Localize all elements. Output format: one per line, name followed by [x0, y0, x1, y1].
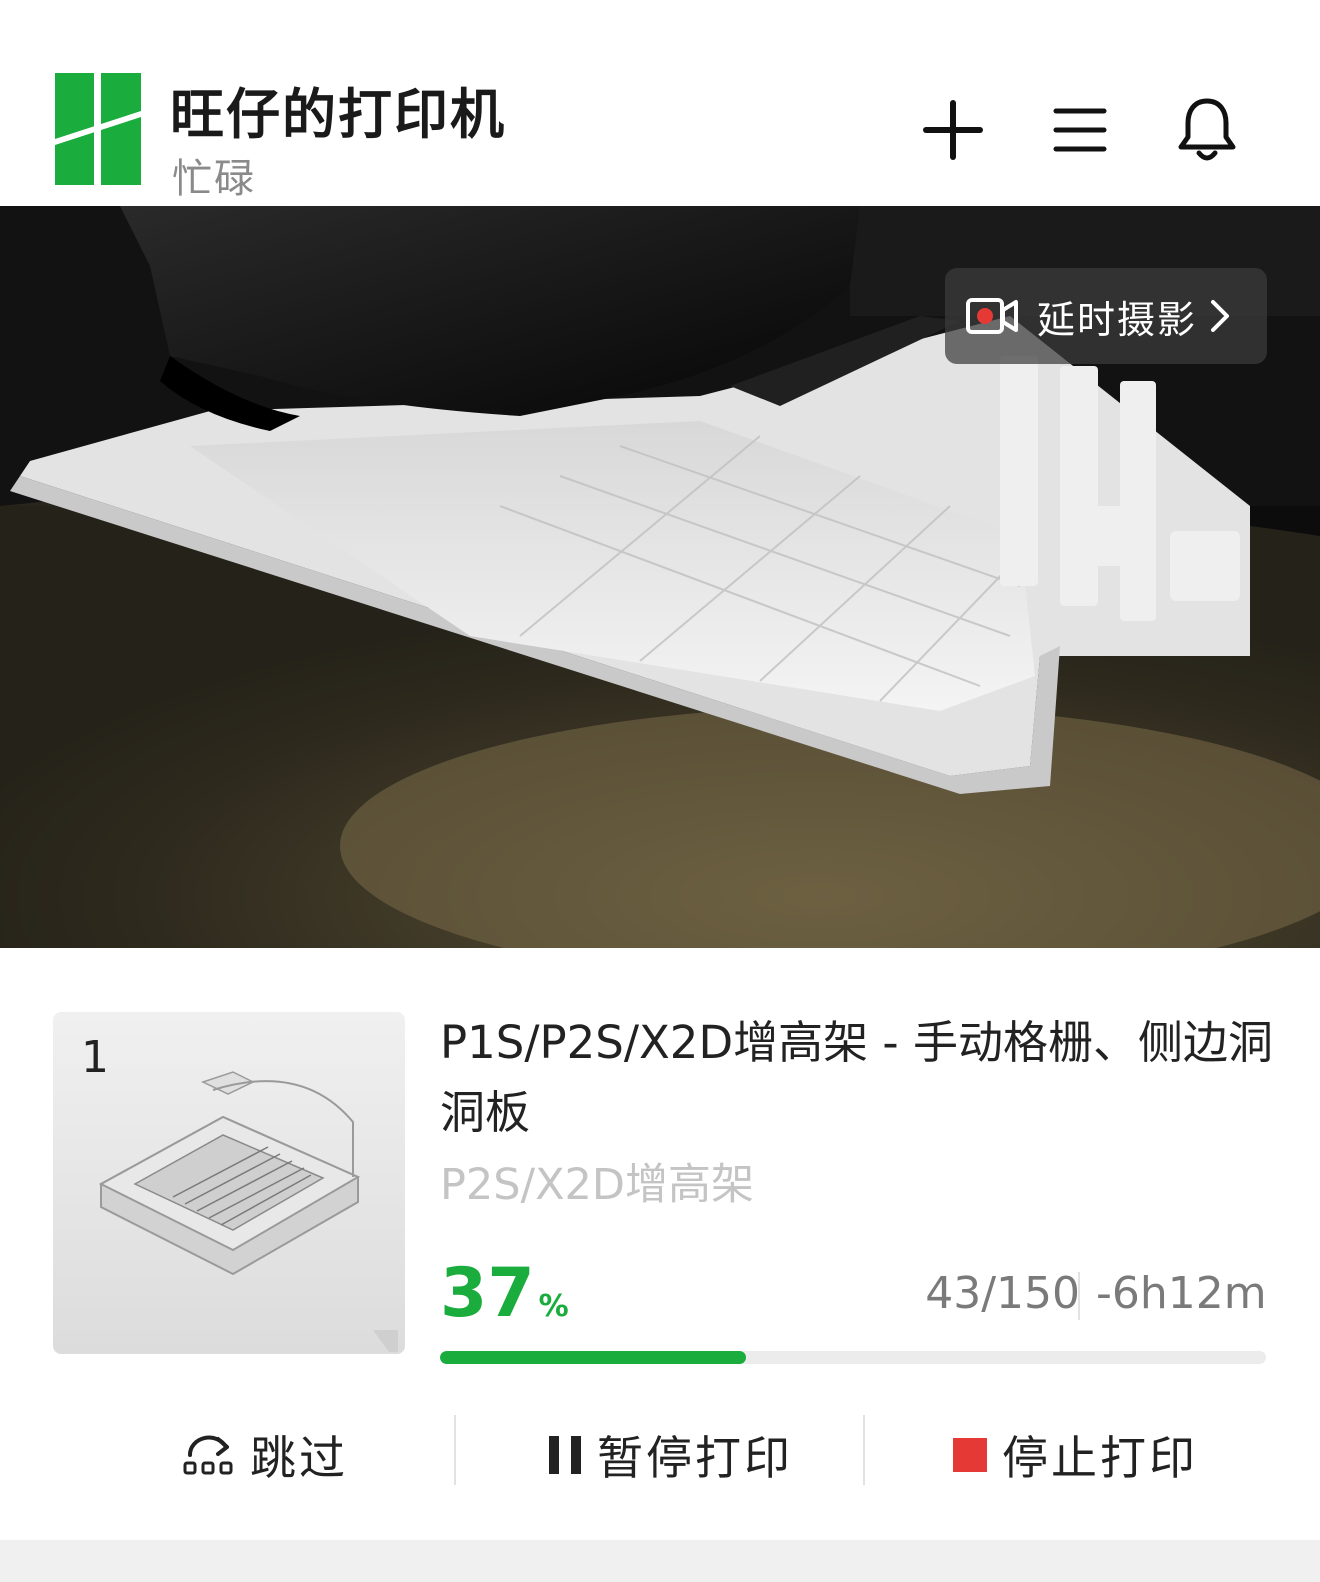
- job-title: P1S/P2S/X2D增高架 - 手动格栅、侧边洞洞板: [440, 1016, 1273, 1139]
- stop-print-button[interactable]: 停止打印: [925, 1410, 1225, 1500]
- menu-button[interactable]: [1045, 95, 1115, 165]
- video-record-icon: [966, 298, 1018, 334]
- job-plate-name: P2S/X2D增高架: [440, 1160, 754, 1210]
- add-icon: [923, 100, 983, 160]
- progress-bar-fill: [440, 1351, 746, 1364]
- app-header: 旺仔的打印机 忙碌: [0, 0, 1320, 206]
- progress-bar: [440, 1351, 1266, 1364]
- skip-button[interactable]: 跳过: [120, 1410, 410, 1500]
- model-preview-image: [98, 1071, 398, 1352]
- action-divider: [454, 1415, 456, 1485]
- layer-count: 43/150: [925, 1268, 1080, 1319]
- pause-print-button[interactable]: 暂停打印: [520, 1410, 820, 1500]
- remaining-time: -6h12m: [1096, 1268, 1267, 1319]
- camera-live-view[interactable]: 延时摄影: [0, 206, 1320, 948]
- plate-thumbnail[interactable]: 1: [53, 1012, 405, 1354]
- info-divider: [1078, 1272, 1080, 1320]
- bell-icon: [1178, 98, 1236, 161]
- stop-label: 停止打印: [1002, 1431, 1198, 1485]
- printer-status: 忙碌: [172, 156, 256, 202]
- printer-name: 旺仔的打印机: [170, 83, 506, 146]
- stop-icon: [953, 1438, 987, 1472]
- skip-objects-icon: [183, 1435, 233, 1475]
- progress-percent: 37%: [440, 1258, 569, 1343]
- timelapse-label: 延时摄影: [1037, 297, 1198, 342]
- progress-percent-unit: %: [538, 1289, 569, 1324]
- printer-logo-icon: [55, 73, 141, 185]
- action-divider: [863, 1415, 865, 1485]
- timelapse-button[interactable]: 延时摄影: [945, 268, 1267, 364]
- chevron-right-icon: [1211, 300, 1230, 332]
- skip-label: 跳过: [250, 1431, 348, 1485]
- notifications-button[interactable]: [1172, 95, 1242, 165]
- menu-icon: [1053, 108, 1107, 152]
- pause-label: 暂停打印: [597, 1431, 793, 1485]
- bottom-panel: [0, 1540, 1320, 1582]
- pause-icon: [549, 1436, 581, 1474]
- add-button[interactable]: [918, 95, 988, 165]
- progress-percent-value: 37: [440, 1254, 535, 1333]
